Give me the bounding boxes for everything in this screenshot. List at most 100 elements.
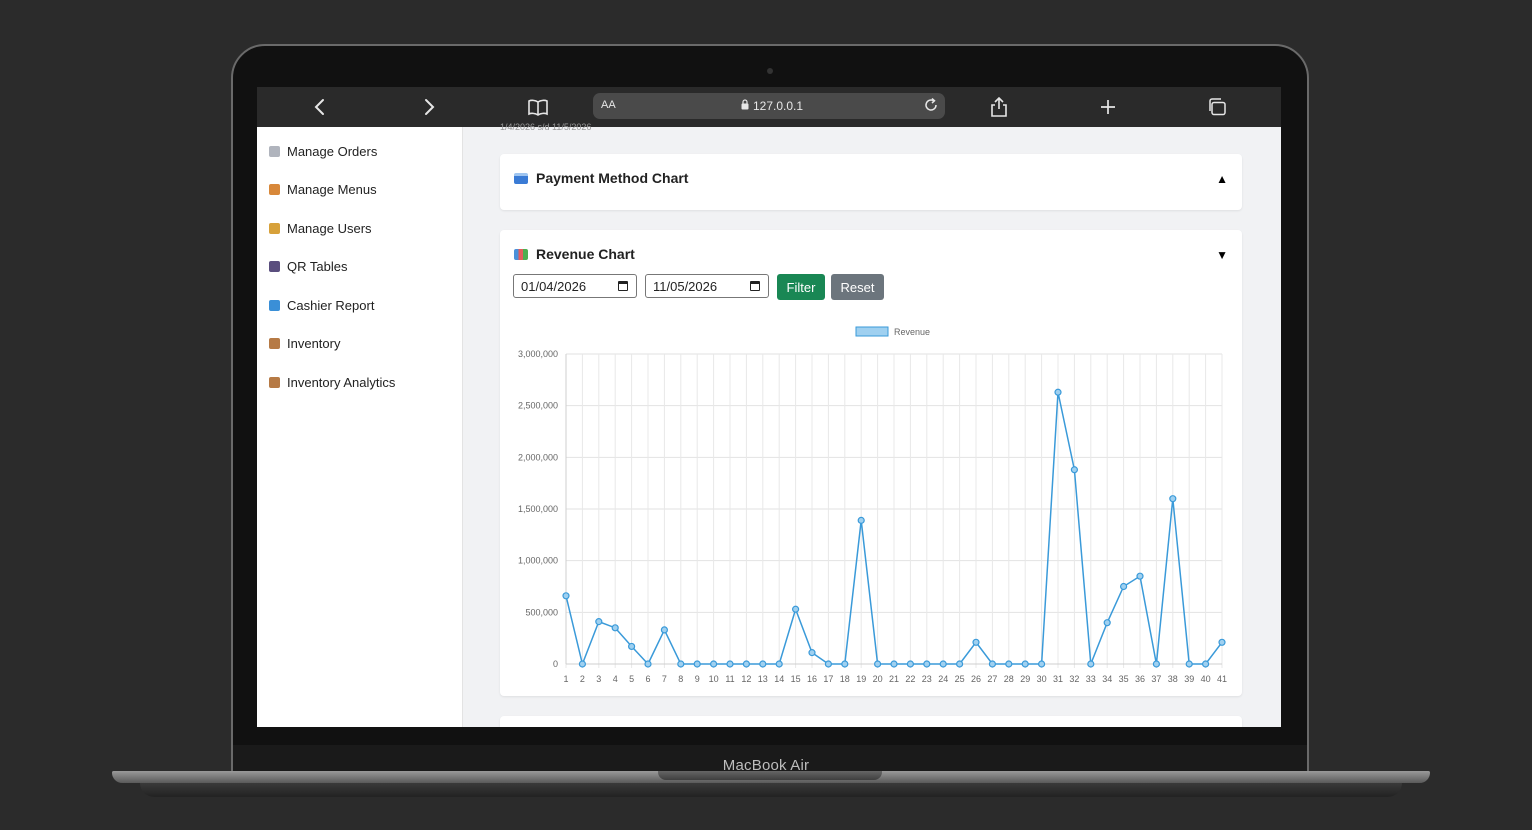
data-point <box>726 660 734 668</box>
data-point <box>972 638 980 646</box>
data-point <box>710 660 718 668</box>
data-point <box>1152 660 1161 668</box>
y-tick-label: 500,000 <box>525 607 558 617</box>
x-tick-label: 17 <box>823 674 833 684</box>
data-point <box>644 660 652 668</box>
sidebar-item-manage-menus[interactable]: Manage Menus <box>269 178 377 200</box>
start-date-input[interactable]: 01/04/2026 <box>513 274 637 298</box>
sidebar-item-inventory[interactable]: Inventory <box>269 332 340 354</box>
x-tick-label: 26 <box>971 674 981 684</box>
sidebar-item-manage-users[interactable]: Manage Users <box>269 217 372 239</box>
book-icon <box>528 99 548 116</box>
x-tick-label: 14 <box>774 674 784 684</box>
x-tick-label: 28 <box>1004 674 1014 684</box>
data-point <box>1021 660 1029 668</box>
sidebar-item-qr-tables[interactable]: QR Tables <box>269 255 347 277</box>
share-button[interactable] <box>985 93 1013 121</box>
data-point <box>906 660 914 668</box>
package-icon <box>269 337 280 349</box>
calendar-icon[interactable] <box>618 281 628 291</box>
tabs-button[interactable] <box>1203 93 1231 121</box>
address-bar[interactable]: AA 127.0.0.1 <box>593 93 945 119</box>
end-date-input[interactable]: 11/05/2026 <box>645 274 769 298</box>
data-point <box>1136 572 1144 580</box>
x-tick-label: 16 <box>807 674 817 684</box>
revenue-card-header[interactable]: Revenue Chart <box>514 246 635 262</box>
data-point <box>792 605 800 613</box>
data-point <box>1201 660 1210 668</box>
date-range-subtitle: 1/4/2026 s/d 11/5/2026 <box>500 122 592 132</box>
x-tick-label: 36 <box>1135 674 1145 684</box>
x-tick-label: 23 <box>922 674 932 684</box>
camera <box>767 68 773 74</box>
legend-label: Revenue <box>894 327 930 337</box>
sidebar-item-manage-orders[interactable]: Manage Orders <box>269 140 377 162</box>
payment-method-card: Payment Method Chart ▲ <box>500 154 1242 210</box>
y-tick-label: 3,000,000 <box>518 349 558 359</box>
data-point <box>1119 582 1128 591</box>
x-tick-label: 13 <box>758 674 768 684</box>
data-point <box>988 660 996 668</box>
reset-button[interactable]: Reset <box>831 274 884 300</box>
filter-button[interactable]: Filter <box>777 274 825 300</box>
x-tick-label: 30 <box>1037 674 1047 684</box>
forward-button[interactable] <box>415 93 443 121</box>
x-tick-label: 38 <box>1168 674 1178 684</box>
bookmarks-button[interactable] <box>524 93 552 121</box>
next-card <box>500 716 1242 727</box>
x-tick-label: 3 <box>596 674 601 684</box>
sidebar-item-cashier-report[interactable]: Cashier Report <box>269 294 374 316</box>
sidebar: Manage Orders Manage Menus Manage Users … <box>257 127 463 727</box>
x-tick-label: 24 <box>938 674 948 684</box>
data-point <box>824 660 832 668</box>
y-tick-label: 1,500,000 <box>518 504 558 514</box>
x-tick-label: 5 <box>629 674 634 684</box>
sidebar-item-inventory-analytics[interactable]: Inventory Analytics <box>269 371 395 393</box>
x-tick-label: 31 <box>1053 674 1063 684</box>
reload-icon[interactable] <box>923 97 939 113</box>
x-tick-label: 10 <box>709 674 719 684</box>
data-point <box>841 660 849 668</box>
lock-icon <box>741 99 749 110</box>
data-point <box>1185 660 1193 668</box>
x-tick-label: 22 <box>905 674 915 684</box>
new-tab-button[interactable] <box>1094 93 1122 121</box>
burger-icon <box>269 183 280 195</box>
data-point <box>775 660 783 668</box>
collapse-toggle[interactable]: ▲ <box>1216 172 1228 186</box>
payment-card-header[interactable]: Payment Method Chart <box>514 170 688 186</box>
revenue-card: Revenue Chart ▼ 01/04/2026 11/05/2026 Fi… <box>500 230 1242 696</box>
x-tick-label: 19 <box>856 674 866 684</box>
x-tick-label: 1 <box>563 674 568 684</box>
package-icon <box>269 376 280 388</box>
data-point <box>1054 388 1062 396</box>
data-point <box>742 660 750 668</box>
reader-aa-button[interactable]: AA <box>601 99 616 111</box>
x-tick-label: 33 <box>1086 674 1096 684</box>
x-tick-label: 7 <box>662 674 667 684</box>
data-point <box>956 660 964 668</box>
data-point <box>578 660 587 668</box>
monitor-icon <box>269 299 280 311</box>
laptop-base-shadow <box>140 783 1402 797</box>
card-title: Payment Method Chart <box>536 170 689 186</box>
y-tick-label: 0 <box>553 659 558 669</box>
y-tick-label: 1,000,000 <box>518 556 558 566</box>
x-tick-label: 12 <box>741 674 751 684</box>
data-point <box>1070 466 1079 474</box>
sidebar-item-label: Manage Menus <box>287 181 377 197</box>
chevron-right-icon <box>425 99 435 115</box>
lock-icon <box>269 222 280 234</box>
calendar-icon[interactable] <box>750 281 760 291</box>
x-tick-label: 20 <box>873 674 883 684</box>
x-tick-label: 21 <box>889 674 899 684</box>
back-button[interactable] <box>306 93 334 121</box>
receipt-icon <box>269 145 280 157</box>
data-point <box>628 642 636 651</box>
x-tick-label: 37 <box>1151 674 1161 684</box>
end-date-value: 11/05/2026 <box>653 279 718 294</box>
expand-toggle[interactable]: ▼ <box>1216 248 1228 262</box>
revenue-line-chart: 0 500,000 1,000,000 1,500,000 2,000,000 2,500… <box>518 326 1227 684</box>
x-tick-label: 34 <box>1102 674 1112 684</box>
credit-card-icon <box>514 172 528 184</box>
